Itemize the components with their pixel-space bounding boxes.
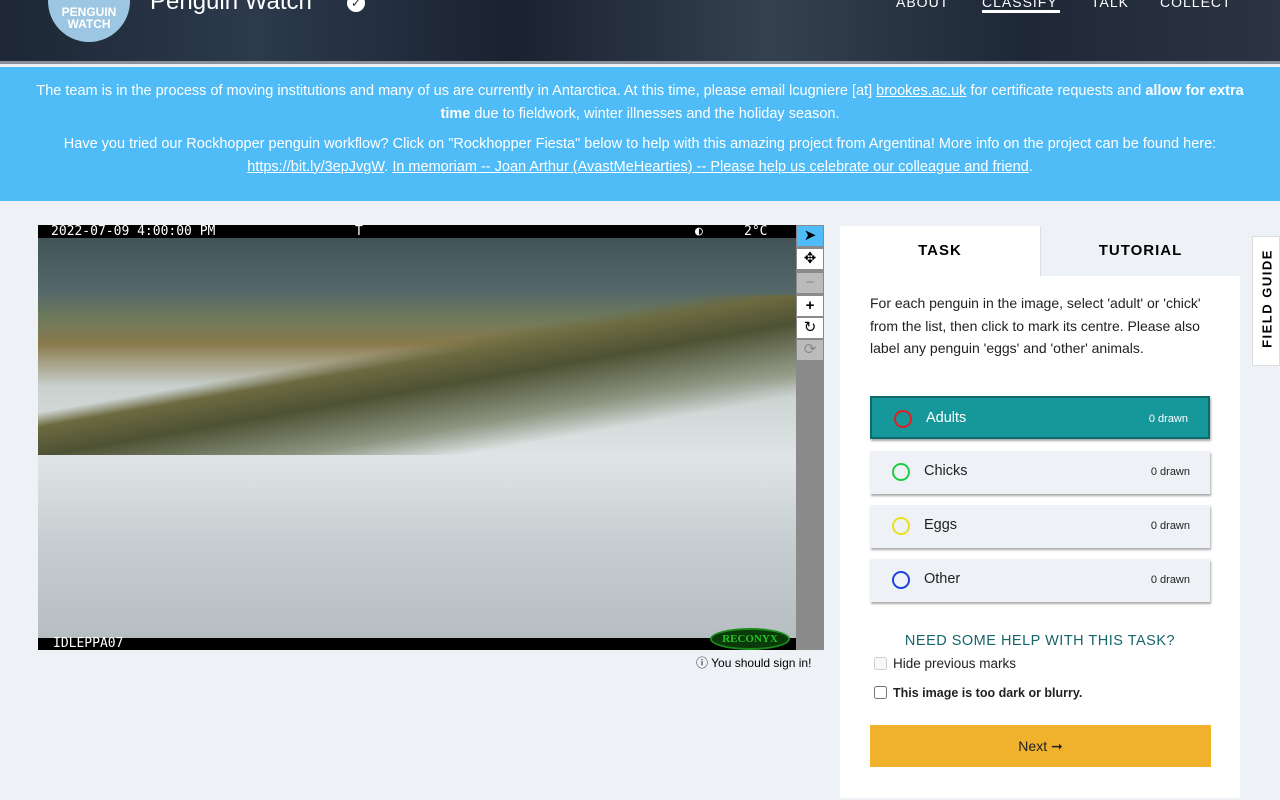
rotate-icon[interactable]: ↻	[797, 318, 823, 338]
crosshair-icon	[892, 571, 910, 589]
next-button[interactable]: Next ➞	[870, 725, 1211, 767]
task-panel: TASK TUTORIAL For each penguin in the im…	[840, 226, 1240, 798]
answer-adults[interactable]: Adults 0 drawn	[870, 396, 1210, 439]
header: PENGUIN WATCH Penguin Watch ✓ ABOUT CLAS…	[0, 0, 1280, 64]
too-dark-checkbox[interactable]: This image is too dark or blurry.	[874, 686, 1082, 700]
project-info-link[interactable]: https://bit.ly/3epJvgW	[247, 159, 384, 175]
moon-icon: ◐	[695, 224, 703, 239]
active-nav-underline	[982, 10, 1060, 13]
pan-tool-icon[interactable]: ✥	[797, 249, 823, 269]
banner-text: for certificate requests and	[966, 83, 1146, 99]
logo[interactable]: PENGUIN WATCH	[48, 0, 130, 42]
banner-text: .	[1028, 158, 1033, 175]
answer-other[interactable]: Other 0 drawn	[870, 559, 1210, 602]
field-guide-label: FIELD GUIDE	[1259, 249, 1275, 348]
hide-marks-checkbox[interactable]: Hide previous marks	[874, 656, 1016, 671]
camera-info-bar: 2022-07-09 4:00:00 PM T ◐ 2°C	[38, 225, 796, 238]
announcement-banner: The team is in the process of moving ins…	[0, 67, 1280, 201]
banner-text: Have you tried our Rockhopper penguin wo…	[63, 136, 1217, 152]
reset-icon[interactable]: ⟳	[797, 340, 823, 360]
memoriam-link[interactable]: In memoriam -- Joan Arthur (AvastMeHeart…	[392, 159, 1028, 175]
help-link[interactable]: NEED SOME HELP WITH THIS TASK?	[840, 633, 1240, 649]
temperature: 2°C	[744, 224, 768, 239]
verified-check-icon: ✓	[347, 0, 365, 12]
answer-label: Adults	[926, 410, 967, 426]
crosshair-icon	[892, 517, 910, 535]
zoom-in-icon[interactable]: +	[797, 296, 823, 316]
drawn-count: 0 drawn	[1150, 574, 1190, 586]
timestamp: 2022-07-09 4:00:00 PM	[51, 224, 216, 239]
answer-label: Chicks	[924, 463, 968, 479]
answer-eggs[interactable]: Eggs 0 drawn	[870, 505, 1210, 548]
image-terrain	[38, 295, 796, 455]
field-guide-tab[interactable]: FIELD GUIDE	[1252, 236, 1280, 366]
too-dark-input[interactable]	[874, 686, 887, 699]
banner-text: due to fieldwork, winter illnesses and t…	[470, 105, 840, 122]
subject-image[interactable]: 2022-07-09 4:00:00 PM T ◐ 2°C IDLEPPA07 …	[38, 225, 796, 650]
sign-in-text: You should sign in!	[711, 656, 812, 670]
tab-tutorial[interactable]: TUTORIAL	[1040, 226, 1240, 276]
drawn-count: 0 drawn	[1150, 466, 1190, 478]
camera-flag: T	[355, 224, 363, 239]
pointer-tool-icon[interactable]: ➤	[797, 226, 823, 246]
reconyx-logo: RECONYX	[710, 628, 790, 650]
nav-talk[interactable]: TALK	[1091, 0, 1129, 10]
too-dark-label: This image is too dark or blurry.	[893, 686, 1083, 700]
answer-chicks[interactable]: Chicks 0 drawn	[870, 451, 1210, 494]
hide-marks-label: Hide previous marks	[893, 656, 1017, 671]
answer-label: Eggs	[924, 517, 958, 533]
camera-id: IDLEPPA07	[53, 636, 124, 651]
crosshair-icon	[894, 410, 912, 428]
sign-in-notice: ⓘ You should sign in!	[696, 654, 811, 671]
zoom-out-icon[interactable]: −	[797, 273, 823, 293]
nav-classify[interactable]: CLASSIFY	[982, 0, 1058, 10]
task-instructions: For each penguin in the image, select 'a…	[870, 295, 1201, 357]
answer-label: Other	[924, 571, 961, 587]
banner-text: The team is in the process of moving ins…	[36, 83, 877, 99]
camera-id-bar: IDLEPPA07	[38, 636, 796, 651]
drawn-count: 0 drawn	[1148, 413, 1188, 425]
nav-collect[interactable]: COLLECT	[1160, 0, 1232, 10]
email-domain-link[interactable]: brookes.ac.uk	[876, 83, 966, 99]
tab-task[interactable]: TASK	[840, 226, 1040, 276]
info-icon: ⓘ	[696, 656, 709, 670]
project-title[interactable]: Penguin Watch	[150, 0, 312, 16]
image-toolbar: ➤ ✥ − + ↻ ⟳	[796, 225, 824, 650]
nav-about[interactable]: ABOUT	[896, 0, 949, 10]
hide-marks-input[interactable]	[874, 657, 887, 670]
crosshair-icon	[892, 463, 910, 481]
drawn-count: 0 drawn	[1150, 520, 1190, 532]
